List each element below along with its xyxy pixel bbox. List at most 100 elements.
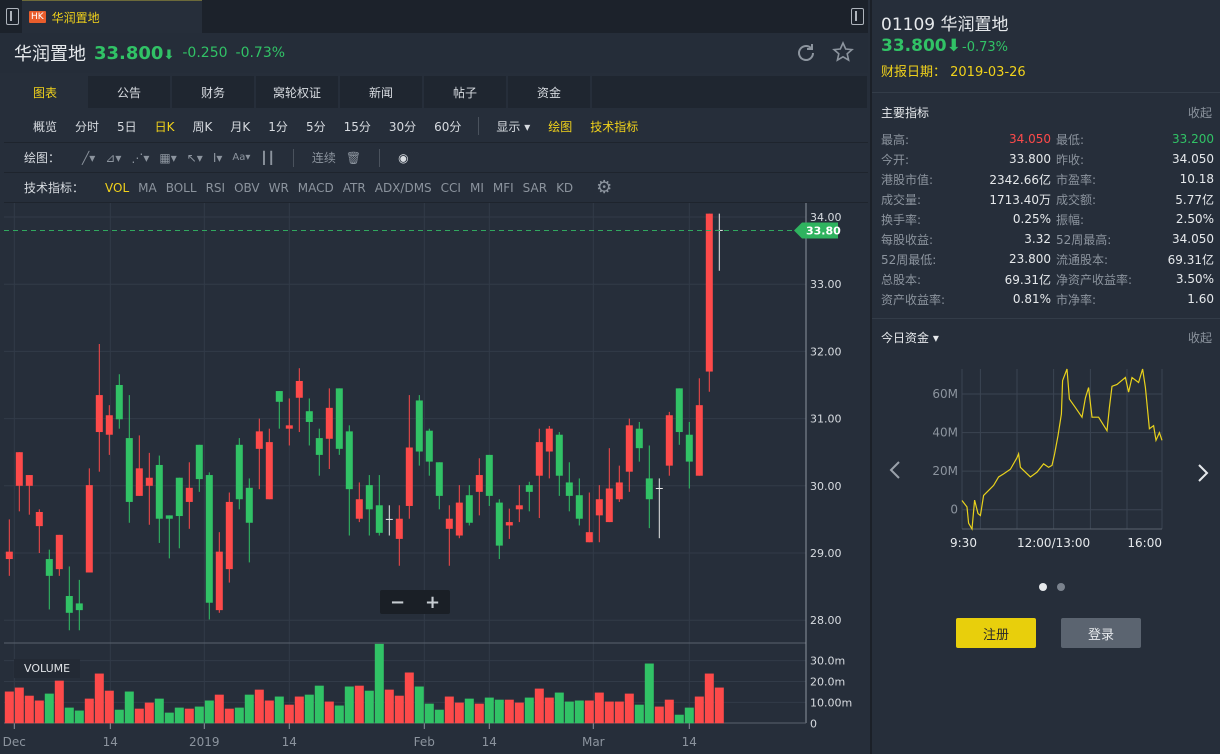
- tab-4[interactable]: 新闻: [340, 76, 422, 108]
- tab-3[interactable]: 窝轮权证: [256, 76, 338, 108]
- metric-value: 0.81%: [1012, 292, 1051, 306]
- period-bar: 概览 分时 5日 日K 周K 月K 1分 5分 15分 30分 60分 显示 ▾ 绘图 技术指标: [4, 110, 868, 143]
- candle-body: [585, 532, 593, 543]
- fibonacci-tool-icon[interactable]: ▦▾: [159, 151, 176, 165]
- candle-tool-icon[interactable]: ┃┃: [260, 151, 274, 165]
- period-2[interactable]: 5日: [108, 118, 146, 135]
- metrics-collapse-link[interactable]: 收起: [1188, 104, 1212, 121]
- y-tick-label: 33.00: [810, 278, 842, 291]
- pager-dot[interactable]: [1057, 583, 1065, 591]
- text-tool-icon[interactable]: Aa▾: [232, 152, 250, 163]
- candle-body: [305, 411, 313, 422]
- fund-dropdown[interactable]: 今日资金 ▾: [881, 329, 939, 346]
- volume-tick-label: 0: [810, 717, 817, 730]
- indicator-boll[interactable]: BOLL: [166, 181, 197, 195]
- register-button[interactable]: 注册: [956, 618, 1036, 648]
- star-icon[interactable]: [832, 41, 854, 63]
- candle-body: [195, 444, 203, 480]
- tab-6[interactable]: 资金: [508, 76, 590, 108]
- metric-value: 1.60: [1187, 292, 1214, 306]
- volume-bar: [394, 695, 404, 724]
- document-tab[interactable]: HK 华润置地: [22, 0, 202, 33]
- indicator-wr[interactable]: WR: [269, 181, 289, 195]
- indicator-link[interactable]: 技术指标: [581, 118, 647, 135]
- eye-icon[interactable]: ◉: [398, 151, 408, 165]
- volume-bar: [134, 708, 144, 724]
- fund-collapse-link[interactable]: 收起: [1188, 329, 1212, 346]
- display-menu[interactable]: 显示 ▾: [487, 118, 539, 135]
- y-tick-label: 32.00: [810, 345, 842, 358]
- price-change-pct: -0.73%: [235, 45, 286, 61]
- candle-body: [15, 452, 23, 486]
- metrics-table: 最高: 34.050 最低: 33.200 今开: 33.800 昨收: 34.050 港股市值…: [881, 129, 1214, 309]
- trash-icon[interactable]: 🗑: [346, 151, 361, 165]
- login-button[interactable]: 登录: [1061, 618, 1141, 648]
- indicator-adx-dms[interactable]: ADX/DMS: [375, 181, 432, 195]
- panel-toggle-icon[interactable]: [851, 8, 864, 25]
- y-tick-label: 0: [950, 503, 958, 517]
- volume-bar: [644, 663, 654, 724]
- volume-bar: [454, 702, 464, 724]
- indicator-rsi[interactable]: RSI: [206, 181, 226, 195]
- chevron-right-icon[interactable]: [1196, 463, 1210, 483]
- wave-tool-icon[interactable]: ⋰▾: [131, 151, 149, 165]
- volume-bar: [464, 698, 474, 724]
- volume-bar: [104, 690, 114, 724]
- sidebar-toggle-icon[interactable]: [6, 8, 19, 25]
- period-9[interactable]: 30分: [380, 118, 425, 135]
- indicator-obv[interactable]: OBV: [234, 181, 260, 195]
- indicator-atr[interactable]: ATR: [343, 181, 366, 195]
- indicator-mi[interactable]: MI: [470, 181, 484, 195]
- period-1[interactable]: 分时: [66, 118, 108, 135]
- metric-value: 2.50%: [1175, 212, 1214, 226]
- stock-name: 华润置地: [14, 44, 86, 65]
- metric-label: 最高:: [881, 132, 910, 147]
- volume-bar: [84, 698, 94, 724]
- candle-body: [505, 522, 513, 526]
- indicator-sar[interactable]: SAR: [523, 181, 547, 195]
- period-6[interactable]: 1分: [259, 118, 297, 135]
- volume-bar: [514, 702, 524, 724]
- indicator-mfi[interactable]: MFI: [493, 181, 514, 195]
- tab-1[interactable]: 公告: [88, 76, 170, 108]
- tab-5[interactable]: 帖子: [424, 76, 506, 108]
- period-10[interactable]: 60分: [425, 118, 470, 135]
- tab-2[interactable]: 财务: [172, 76, 254, 108]
- candle-body: [365, 485, 373, 510]
- indicator-macd[interactable]: MACD: [298, 181, 334, 195]
- settings-gear-icon[interactable]: ⚙: [596, 177, 612, 198]
- volume-bar: [404, 672, 414, 724]
- indicator-kd[interactable]: KD: [556, 181, 573, 195]
- candle-body: [265, 442, 273, 500]
- candlestick-chart[interactable]: 28.00 29.00 30.00 31.00 32.00 33.00 34.00 Dec 14…: [0, 203, 868, 754]
- indicator-ma[interactable]: MA: [138, 181, 157, 195]
- indicator-vol[interactable]: VOL: [105, 181, 129, 195]
- drawing-toolbar: 绘图： ╱▾ ⊿▾ ⋰▾ ▦▾ ↖▾ I▾ Aa▾ ┃┃ 连续 🗑 ◉: [4, 143, 868, 173]
- continuous-toggle[interactable]: 连续: [312, 149, 336, 166]
- metric-label: 换手率:: [881, 212, 922, 227]
- volume-bar: [414, 686, 424, 724]
- volume-bar: [204, 700, 214, 724]
- candle-body: [405, 447, 413, 506]
- period-8[interactable]: 15分: [335, 118, 380, 135]
- arrow-tool-icon[interactable]: ↖▾: [187, 151, 203, 165]
- period-5[interactable]: 月K: [221, 118, 259, 135]
- zoom-out-button[interactable]: −: [390, 592, 405, 613]
- polyline-tool-icon[interactable]: ⊿▾: [105, 151, 121, 165]
- candle-body: [685, 434, 693, 462]
- chevron-left-icon[interactable]: [888, 460, 902, 480]
- zoom-in-button[interactable]: +: [425, 592, 440, 613]
- measure-tool-icon[interactable]: I▾: [213, 151, 223, 165]
- period-0[interactable]: 概览: [24, 118, 66, 135]
- period-3[interactable]: 日K: [146, 118, 184, 135]
- draw-link[interactable]: 绘图: [539, 118, 581, 135]
- tab-0[interactable]: 图表: [4, 76, 86, 108]
- period-4[interactable]: 周K: [184, 118, 222, 135]
- refresh-icon[interactable]: [795, 42, 817, 64]
- pager-dot-active[interactable]: [1039, 583, 1047, 591]
- line-tool-icon[interactable]: ╱▾: [82, 151, 95, 165]
- candle-body: [435, 462, 443, 496]
- volume-bar: [584, 700, 594, 724]
- period-7[interactable]: 5分: [297, 118, 335, 135]
- indicator-cci[interactable]: CCI: [441, 181, 461, 195]
